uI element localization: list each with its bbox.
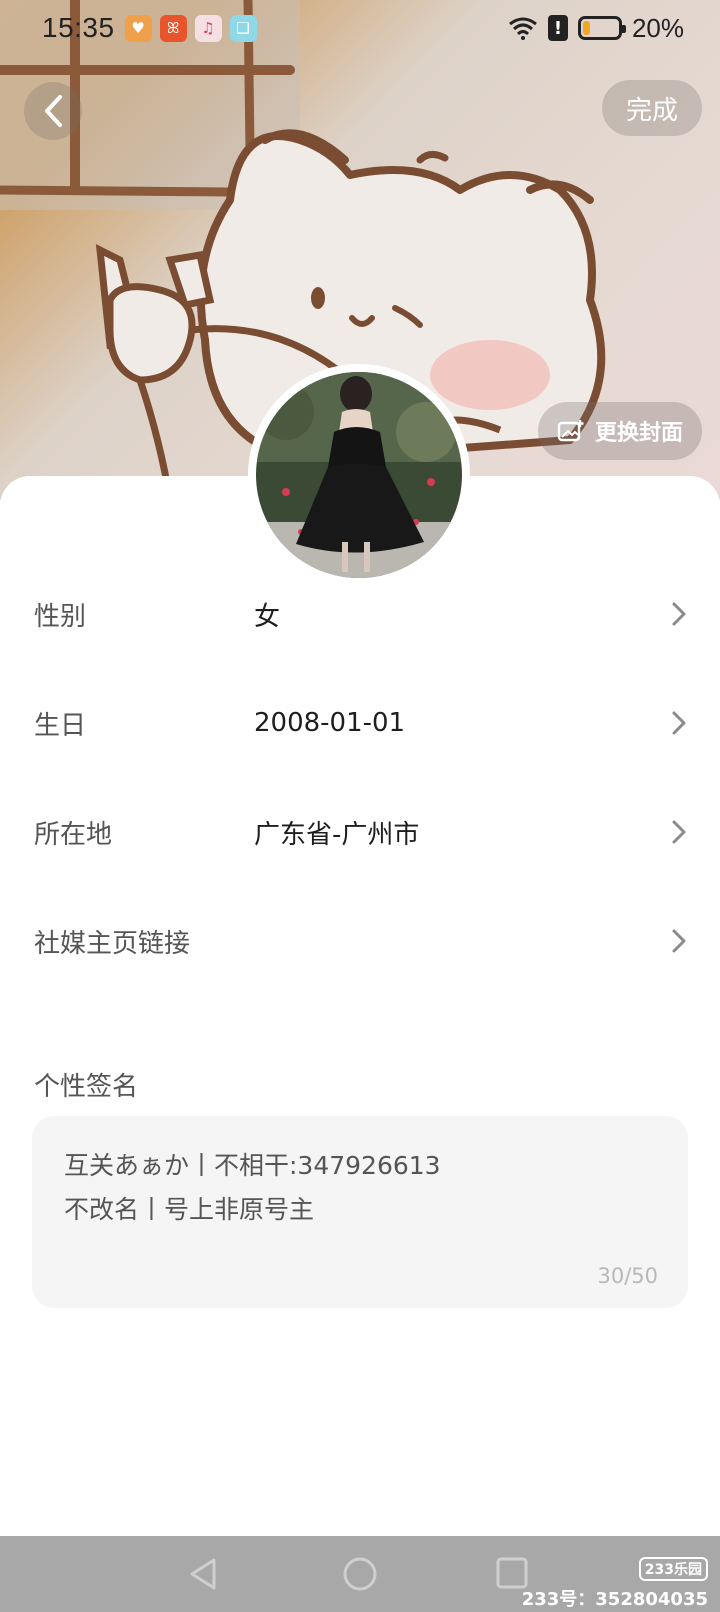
heart-app-icon: ♥ xyxy=(124,14,152,42)
location-label: 所在地 xyxy=(34,819,113,850)
avatar-photo xyxy=(256,372,462,578)
chevron-right-icon xyxy=(672,820,686,844)
watermark: 233乐园 233号：352804035 xyxy=(522,1557,708,1611)
chevron-left-icon xyxy=(45,95,62,127)
birthday-value: 2008-01-01 xyxy=(254,708,406,738)
nav-home-icon[interactable] xyxy=(342,1556,378,1592)
chevron-right-icon xyxy=(672,711,686,735)
nav-back-icon[interactable] xyxy=(186,1556,220,1592)
watermark-logo: 233乐园 xyxy=(638,1557,708,1581)
social-link-row[interactable]: 社媒主页链接 xyxy=(0,911,720,971)
watermark-text: 233号：352804035 xyxy=(521,1589,708,1610)
music-app-icon: ♫ xyxy=(194,14,222,42)
done-button[interactable]: 完成 xyxy=(602,80,702,136)
gender-label: 性别 xyxy=(34,601,87,632)
kuaishou-app-icon: ꕤ xyxy=(159,14,187,42)
signature-char-count: 30/50 xyxy=(597,1264,658,1288)
signature-line-1: 互关あぁか丨不相干:347926613 xyxy=(64,1151,441,1180)
gender-value: 女 xyxy=(254,601,281,632)
battery-icon xyxy=(577,16,626,40)
status-app-icons: ♥ ꕤ ♫ ❑ xyxy=(124,14,257,42)
wifi-icon xyxy=(509,17,537,40)
birthday-row[interactable]: 生日 2008-01-01 xyxy=(0,693,720,753)
birthday-label: 生日 xyxy=(34,710,87,741)
reader-app-icon: ❑ xyxy=(229,14,257,42)
gender-row[interactable]: 性别 女 xyxy=(0,584,720,644)
location-row[interactable]: 所在地 广东省-广州市 xyxy=(0,802,720,862)
change-cover-button[interactable]: 更换封面 xyxy=(538,402,702,460)
chevron-right-icon xyxy=(672,602,686,626)
signature-label: 个性签名 xyxy=(34,1072,139,1102)
alert-icon: ! xyxy=(547,15,568,41)
social-link-label: 社媒主页链接 xyxy=(34,928,191,959)
image-add-icon xyxy=(557,420,584,442)
status-bar: 15:35 ♥ ꕤ ♫ ❑ ! 20% xyxy=(0,0,720,56)
battery-percent: 20% xyxy=(631,12,684,43)
chevron-right-icon xyxy=(672,929,686,953)
location-value: 广东省-广州市 xyxy=(254,819,420,850)
signature-textarea[interactable]: 互关あぁか丨不相干:347926613 不改名丨号上非原号主 30/50 xyxy=(32,1116,688,1308)
status-time: 15:35 xyxy=(42,12,115,43)
change-cover-label: 更换封面 xyxy=(594,421,683,446)
back-button[interactable] xyxy=(24,82,82,140)
signature-line-2: 不改名丨号上非原号主 xyxy=(64,1195,315,1224)
avatar[interactable] xyxy=(248,364,470,586)
